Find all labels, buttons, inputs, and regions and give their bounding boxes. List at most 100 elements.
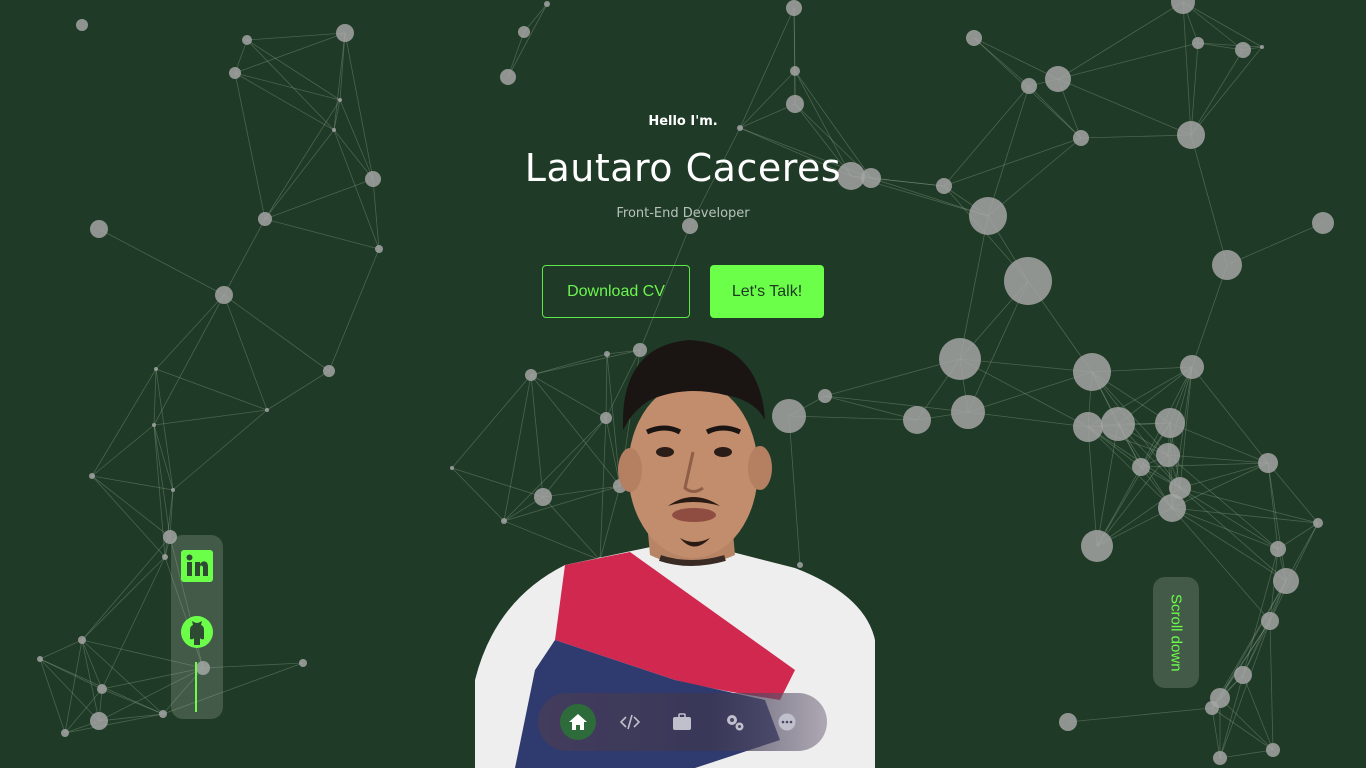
network-link [1226, 222, 1324, 266]
network-node [1073, 412, 1103, 442]
network-link [1057, 42, 1199, 80]
network-link [1057, 1, 1184, 80]
network-node [518, 26, 530, 38]
network-link [101, 556, 166, 690]
network-node [1132, 458, 1150, 476]
network-node [790, 66, 800, 76]
network-link [153, 368, 157, 426]
network-node [323, 365, 335, 377]
network-link [266, 370, 330, 411]
nav-projects[interactable] [612, 704, 648, 740]
network-link [91, 475, 166, 558]
network-link [1267, 462, 1287, 582]
network-node [786, 0, 802, 16]
network-node [1235, 42, 1251, 58]
network-node [1260, 45, 1264, 49]
network-node [299, 659, 307, 667]
github-icon [181, 616, 213, 648]
network-node [1266, 743, 1280, 757]
network-node [1205, 701, 1219, 715]
network-node [450, 466, 454, 470]
network-link [81, 639, 164, 715]
network-link [1179, 487, 1287, 582]
nav-skills[interactable] [717, 704, 753, 740]
network-link [234, 72, 341, 101]
network-node [903, 406, 931, 434]
network-link [81, 556, 166, 641]
network-node [966, 30, 982, 46]
nav-contact[interactable] [769, 704, 805, 740]
network-node [1171, 0, 1195, 14]
network-node [162, 554, 168, 560]
network-node [1213, 751, 1227, 765]
github-link[interactable] [180, 615, 214, 649]
network-node [1004, 257, 1052, 305]
network-link [1211, 707, 1274, 751]
network-link [1242, 548, 1279, 676]
network-node [338, 98, 342, 102]
network-node [1101, 407, 1135, 441]
network-node [500, 69, 516, 85]
network-link [81, 536, 171, 641]
network-link [1087, 426, 1098, 547]
network-link [1219, 620, 1271, 759]
network-link [1191, 264, 1228, 368]
network-node [1073, 353, 1111, 391]
network-node [1258, 453, 1278, 473]
network-link [1242, 674, 1274, 751]
linkedin-icon [181, 550, 213, 582]
network-node [1212, 250, 1242, 280]
nav-experience[interactable] [664, 704, 700, 740]
network-link [1191, 366, 1269, 464]
network-node [1156, 443, 1180, 467]
network-node [1273, 568, 1299, 594]
network-node [1021, 78, 1037, 94]
network-link [1219, 697, 1274, 751]
network-link [91, 424, 155, 477]
code-icon [620, 714, 641, 730]
network-link [264, 218, 380, 250]
network-node [1234, 666, 1252, 684]
network-link [39, 658, 66, 734]
download-cv-button[interactable]: Download CV [542, 265, 690, 318]
network-node [76, 19, 88, 31]
network-link [1179, 487, 1319, 524]
network-node [78, 636, 86, 644]
network-link [507, 3, 548, 78]
chat-icon [778, 713, 796, 731]
network-node [1059, 713, 1077, 731]
network-node [215, 286, 233, 304]
network-node [1081, 530, 1113, 562]
nav-home[interactable] [560, 704, 597, 740]
network-node [939, 338, 981, 380]
network-node [375, 245, 383, 253]
network-link [246, 39, 341, 101]
social-divider-line [195, 662, 197, 712]
network-link [64, 639, 83, 734]
scroll-down-button[interactable]: Scroll down [1153, 577, 1199, 688]
network-node [159, 710, 167, 718]
network-link [91, 475, 171, 538]
network-node [336, 24, 354, 42]
briefcase-icon [673, 713, 692, 730]
network-node [1270, 541, 1286, 557]
linkedin-link[interactable] [180, 549, 214, 583]
network-node [97, 684, 107, 694]
network-node [1073, 130, 1089, 146]
network-link [967, 371, 1093, 413]
network-link [81, 639, 103, 690]
network-link [64, 713, 164, 734]
network-node [951, 395, 985, 429]
home-icon [569, 714, 588, 730]
network-link [223, 294, 268, 411]
network-node [1192, 37, 1204, 49]
network-link [155, 368, 174, 491]
lets-talk-button[interactable]: Let's Talk! [710, 265, 824, 318]
network-link [1080, 134, 1192, 139]
hero-role: Front-End Developer [616, 206, 750, 221]
network-link [959, 215, 989, 360]
network-node [1180, 355, 1204, 379]
hero-greeting: Hello I'm. [648, 114, 718, 129]
network-node [544, 1, 550, 7]
social-links-panel [171, 535, 223, 719]
